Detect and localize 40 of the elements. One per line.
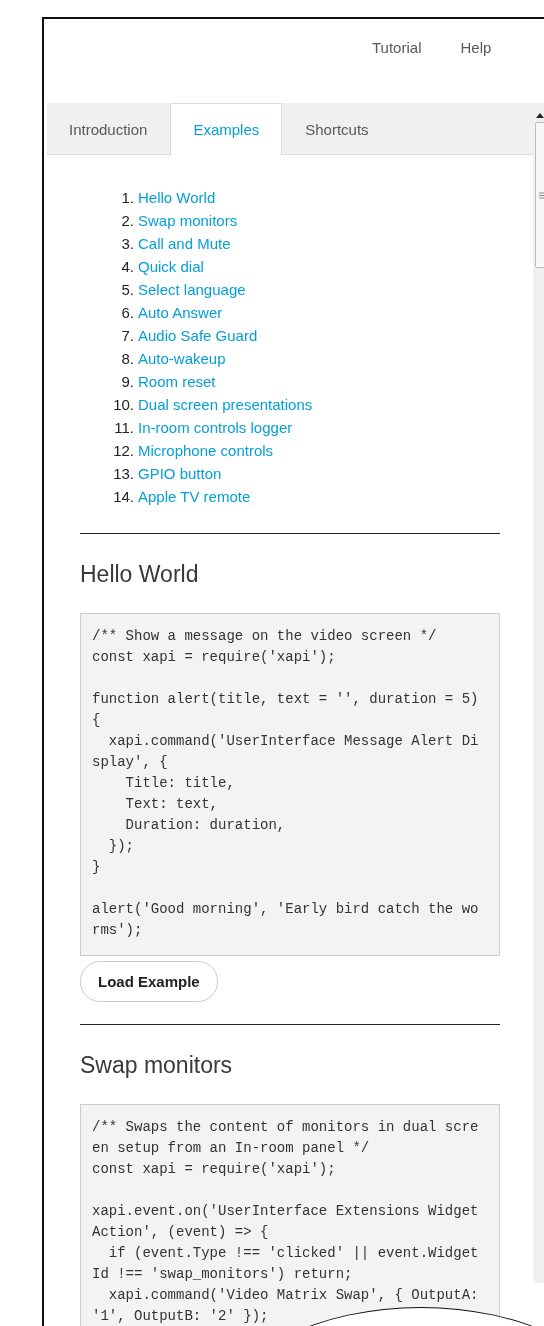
list-number: 13.	[112, 464, 134, 483]
tab[interactable]: Introduction	[47, 103, 171, 154]
example-link[interactable]: In-room controls logger	[138, 418, 313, 437]
section-heading: Swap monitors	[80, 1051, 233, 1079]
example-link[interactable]: Auto-wakeup	[138, 349, 313, 368]
list-number: 8.	[120, 349, 134, 368]
example-link[interactable]: Microphone controls	[138, 441, 313, 460]
list-number: 11.	[113, 418, 134, 437]
example-link[interactable]: GPIO button	[138, 464, 313, 483]
example-link[interactable]: Hello World	[138, 188, 313, 207]
list-number: 10.	[112, 395, 134, 414]
list-number: 3.	[120, 234, 134, 253]
list-number: 4.	[120, 257, 134, 276]
grip-icon	[539, 191, 544, 199]
example-link[interactable]: Swap monitors	[138, 211, 313, 230]
example-link[interactable]: Select language	[138, 280, 313, 299]
list-number: 12.	[112, 441, 134, 460]
list-number: 14.	[112, 487, 134, 506]
example-link[interactable]: Quick dial	[138, 257, 313, 276]
list-number: 6.	[120, 303, 134, 322]
header-link[interactable]: Help	[460, 39, 492, 56]
list-number: 5.	[120, 280, 134, 299]
list-number: 7.	[120, 326, 134, 345]
load-example-button[interactable]: Load Example	[80, 961, 218, 1002]
list-number: 1.	[120, 188, 134, 207]
tab[interactable]: Shortcuts	[282, 103, 392, 154]
example-link[interactable]: Dual screen presentations	[138, 395, 313, 414]
code-block: /** Swaps the content of monitors in dual scre en setup from an In-room panel */ const xapi = require('xapi'); xapi.event.on('UserInterface Extensions Widget Action', (event) => { if (event.Type !== 'clicked' || event.Widget Id !== 'swap_monitors') return; xapi.command('Video Matrix Swap', { OutputA: '1', OutputB: '2' });	[80, 1104, 500, 1326]
example-link[interactable]: Call and Mute	[138, 234, 313, 253]
example-link[interactable]: Auto Answer	[138, 303, 313, 322]
example-link[interactable]: Room reset	[138, 372, 313, 391]
example-link[interactable]: Audio Safe Guard	[138, 326, 313, 345]
header-link[interactable]: Tutorial	[372, 39, 422, 56]
example-link[interactable]: Apple TV remote	[138, 487, 313, 506]
list-number: 9.	[120, 372, 134, 391]
scroll-up-icon[interactable]	[536, 113, 544, 118]
section-heading: Hello World	[80, 560, 199, 588]
tab[interactable]: Examples	[170, 103, 283, 155]
code-block: /** Show a message on the video screen */ const xapi = require('xapi'); function alert(title, text = '', duration = 5) { xapi.command('UserInterface Message Alert Di splay', { Title: title, Text: text, Duration: duration, }); } alert('Good morning', 'Early bird catch the wo rms');	[80, 613, 500, 956]
list-number: 2.	[120, 211, 134, 230]
